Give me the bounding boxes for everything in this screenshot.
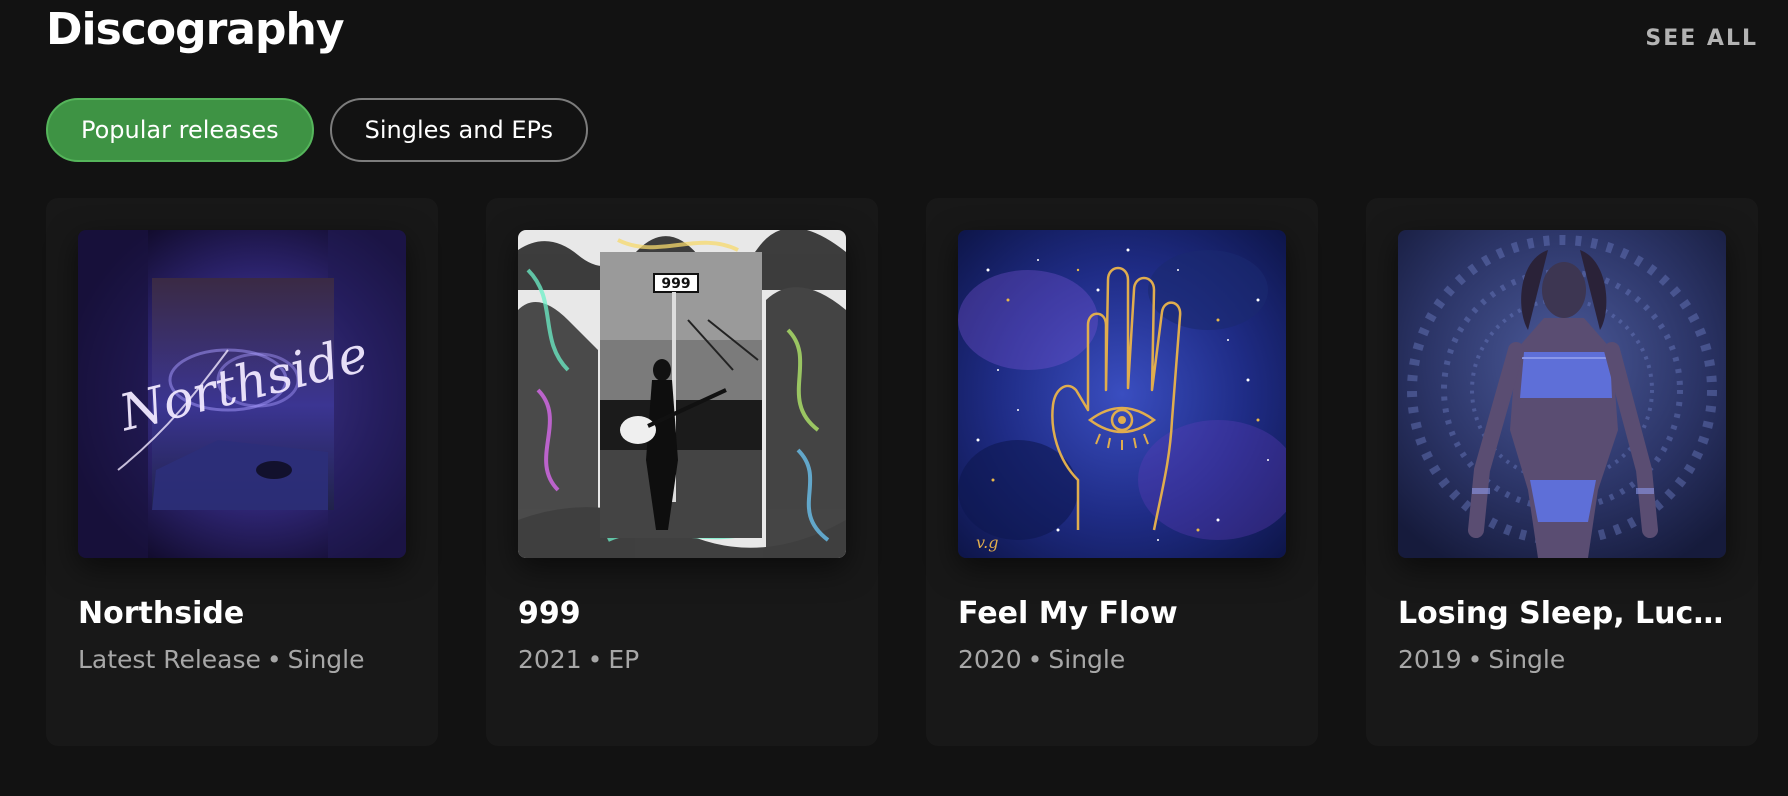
release-cards: Northside Northside Latest Release • Singl… [46,198,1758,746]
release-type: Single [1048,645,1126,674]
losing-sleep-cover-art[interactable] [1398,230,1726,558]
svg-text:999: 999 [661,276,690,292]
release-card-losing-sleep[interactable]: Losing Sleep, Lucid ... 2019•Single [1366,198,1758,746]
release-card-northside[interactable]: Northside Northside Latest Release • Singl… [46,198,438,746]
release-title[interactable]: Northside [78,594,406,634]
svg-text:v.g: v.g [976,533,998,552]
release-meta-left: Latest Release [78,645,261,674]
see-all-link[interactable]: SEE ALL [1645,26,1758,51]
release-year: 2021 [518,645,582,674]
meta-separator: • [1027,645,1043,674]
release-type: Single [1488,645,1566,674]
release-year: 2020 [958,645,1022,674]
discography-section: Discography SEE ALL Popular releases Sin… [0,0,1788,796]
release-title[interactable]: Feel My Flow [958,594,1286,634]
release-type: EP [608,645,640,674]
chip-singles-and-eps[interactable]: Singles and EPs [329,98,589,162]
release-title[interactable]: 999 [518,594,846,634]
release-meta: 2020 • Single [958,644,1286,676]
section-title: Discography [46,4,344,55]
999-cover-art[interactable]: 999 [518,230,846,558]
release-meta: Latest Release • Single [78,644,406,676]
release-meta: 2021 • EP [518,644,846,676]
feel-my-flow-cover-art[interactable]: v.g [958,230,1286,558]
release-type: Single [287,645,365,674]
release-year: 2019 [1398,645,1462,674]
release-meta: 2019 • Single [1398,644,1726,676]
release-title[interactable]: Losing Sleep, Lucid ... [1398,594,1726,634]
release-card-feel-my-flow[interactable]: v.g Feel My Flow 2020 • Single [926,198,1318,746]
meta-separator: • [587,645,603,674]
meta-separator: • [266,645,282,674]
northside-cover-art[interactable]: Northside [78,230,406,558]
meta-separator: • [1467,645,1483,674]
release-card-999[interactable]: 999 999 2021 • EP [486,198,878,746]
chip-popular-releases[interactable]: Popular releases [46,98,314,162]
filter-chips: Popular releases Singles and EPs [46,98,589,162]
